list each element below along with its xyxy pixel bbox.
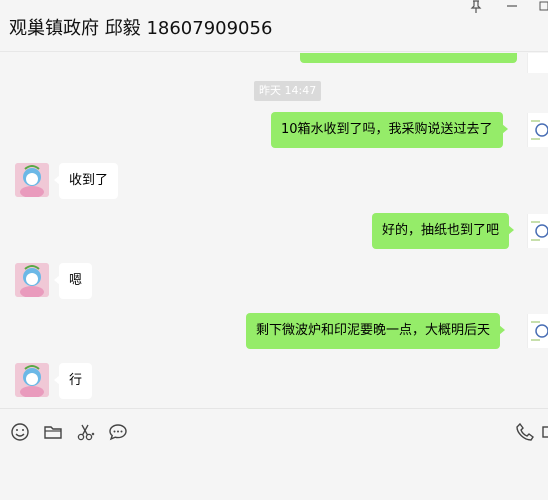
input-toolbar [0, 408, 548, 500]
folder-icon[interactable] [42, 421, 64, 443]
chat-title: 观巢镇政府 邱毅 18607909056 [9, 18, 273, 39]
chat-header: 观巢镇政府 邱毅 18607909056 [0, 0, 548, 52]
contact-avatar[interactable] [15, 263, 49, 297]
chat-bubble-icon[interactable] [107, 421, 129, 443]
message-timestamp: 昨天 14:47 [254, 81, 322, 101]
maximize-icon[interactable] [538, 0, 548, 16]
chat-message-area[interactable]: 昨天 14:47 10箱水收到了吗，我采购说送过去了 收到了 好的，抽纸也到了吧… [0, 53, 548, 408]
phone-icon[interactable] [514, 421, 536, 443]
my-message-bubble[interactable]: 剩下微波炉和印泥要晚一点，大概明后天 [246, 313, 506, 349]
my-avatar [527, 214, 548, 248]
my-message-bubble[interactable]: 好的，抽纸也到了吧 [372, 213, 515, 249]
contact-message-bubble[interactable]: 行 [53, 363, 93, 399]
contact-avatar[interactable] [15, 363, 49, 397]
my-message-bubble[interactable]: 10箱水收到了吗，我采购说送过去了 [271, 112, 508, 148]
partial-message-bubble [300, 53, 517, 63]
my-avatar [527, 113, 548, 147]
contact-message-bubble[interactable]: 嗯 [53, 263, 93, 299]
contact-avatar[interactable] [15, 163, 49, 197]
scissors-icon[interactable] [75, 421, 97, 443]
video-call-icon[interactable] [541, 421, 548, 443]
minimize-icon[interactable] [504, 0, 520, 16]
my-avatar [527, 53, 548, 73]
my-avatar [527, 314, 548, 348]
pin-icon[interactable] [468, 0, 484, 16]
emoji-icon[interactable] [9, 421, 31, 443]
contact-message-bubble[interactable]: 收到了 [53, 163, 119, 199]
